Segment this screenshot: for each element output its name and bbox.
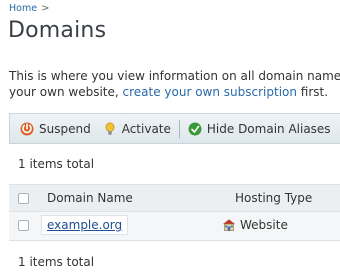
column-header-hosting-type[interactable]: Hosting Type: [235, 191, 312, 205]
hosting-type-label: Website: [240, 218, 288, 232]
hosting-type-cell: Website: [222, 218, 288, 232]
toolbar-separator: [178, 119, 180, 138]
breadcrumb-home-link[interactable]: Home: [9, 3, 37, 14]
intro-line-2: your own website, create your own subscr…: [9, 84, 340, 100]
table-header: Domain Name Hosting Type: [9, 184, 340, 212]
hide-domain-aliases-button[interactable]: Hide Domain Aliases: [182, 114, 337, 143]
page-title: Domains: [8, 18, 107, 43]
breadcrumb-separator: >: [41, 3, 50, 14]
domain-name-link[interactable]: example.org: [41, 215, 129, 235]
hide-domain-aliases-label: Hide Domain Aliases: [206, 121, 331, 136]
create-subscription-link[interactable]: create your own subscription: [123, 85, 297, 99]
row-checkbox[interactable]: [18, 220, 29, 231]
breadcrumb: Home >: [9, 3, 49, 14]
domains-table: Domain Name Hosting Type example.org Web…: [9, 184, 340, 241]
activate-label: Activate: [121, 121, 171, 136]
items-total-top: 1 items total: [18, 157, 95, 171]
column-header-domain-name[interactable]: Domain Name: [47, 191, 133, 205]
items-total-bottom: 1 items total: [18, 255, 95, 269]
select-all-checkbox[interactable]: [18, 193, 29, 204]
suspend-label: Suspend: [39, 121, 91, 136]
suspend-button[interactable]: Suspend: [10, 114, 97, 143]
intro-text: This is where you view information on al…: [9, 68, 340, 100]
hide-aliases-icon: [188, 122, 202, 136]
table-row: example.org Website: [9, 212, 340, 241]
intro-line-2-prefix: your own website,: [9, 85, 123, 99]
website-icon: [222, 218, 236, 232]
suspend-icon: [20, 122, 34, 136]
lightbulb-icon: [103, 121, 117, 136]
intro-line-1: This is where you view information on al…: [9, 69, 340, 83]
intro-line-2-suffix: first.: [296, 85, 329, 99]
toolbar: Suspend Activate Hide Domain Aliases: [9, 113, 340, 144]
activate-button[interactable]: Activate: [97, 114, 177, 143]
